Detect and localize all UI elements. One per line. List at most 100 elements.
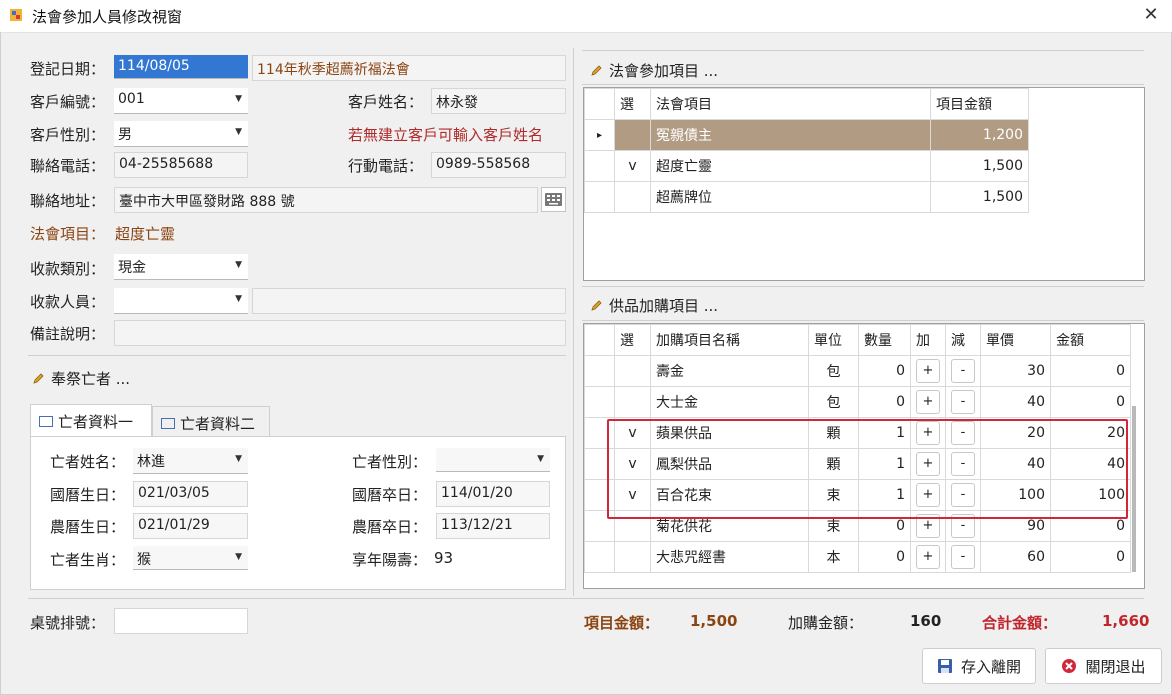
table-row[interactable]: 大士金包 0 + -40 0 [584, 386, 1131, 418]
grand-total-value: 1,660 [1102, 612, 1150, 630]
row-add-button[interactable]: + [916, 390, 940, 414]
mobile-input[interactable]: 0989-558568 [431, 152, 566, 178]
ceremony-grid: 選 法會項目 項目金額 ▸ 冤親債主 1,200 v 超度亡靈 1,500 超薦 [583, 87, 1145, 281]
item-total-label: 項目金額： [584, 614, 660, 632]
row-amount: 0 [1050, 541, 1131, 573]
col-name[interactable]: 加購項目名稱 [650, 324, 809, 356]
row-select[interactable] [614, 181, 651, 213]
age-label: 享年陽壽： [352, 551, 428, 569]
item-total-value: 1,500 [690, 612, 738, 630]
pencil-icon [591, 65, 602, 76]
row-select[interactable]: v [614, 150, 651, 182]
pencil-icon [591, 300, 602, 311]
col-select[interactable]: 選 [614, 324, 651, 356]
dropdown-arrow-icon[interactable]: ▼ [235, 454, 242, 464]
pay-type-value: 現金 [118, 260, 146, 276]
cust-no-combo[interactable]: 001 ▼ [114, 88, 248, 114]
tab-deceased-1[interactable]: 亡者資料一 [30, 404, 152, 437]
row-qty[interactable]: 0 [858, 541, 911, 573]
reg-date-input[interactable]: 114/08/05 [114, 55, 248, 79]
dropdown-arrow-icon[interactable]: ▼ [235, 294, 242, 304]
mobile-label: 行動電話： [348, 157, 424, 175]
dropdown-arrow-icon[interactable]: ▼ [235, 127, 242, 137]
lunar-birth-label: 農曆生日： [50, 518, 126, 536]
col-sub[interactable]: 減 [945, 324, 981, 356]
row-select[interactable] [614, 541, 651, 573]
gender-combo[interactable]: 男 ▼ [114, 121, 248, 147]
row-sub-button[interactable]: - [951, 359, 975, 383]
table-row[interactable]: ▸ 冤親債主 1,200 [584, 119, 1029, 151]
offerings-section-header: 供品加購項目 ... [590, 295, 718, 316]
deceased-gender-combo[interactable]: ▼ [436, 448, 550, 472]
age-value: 93 [434, 549, 454, 567]
divider [28, 355, 566, 356]
phone-input[interactable]: 04-25585688 [114, 152, 248, 178]
row-marker[interactable] [584, 181, 615, 213]
divider [582, 320, 1144, 321]
button-cell: + [910, 386, 946, 418]
col-amount[interactable]: 項目金額 [930, 88, 1029, 120]
pay-type-combo[interactable]: 現金 ▼ [114, 254, 248, 280]
close-icon[interactable]: ✕ [1136, 2, 1166, 28]
col-unit[interactable]: 單位 [808, 324, 859, 356]
table-row[interactable]: 壽金包 0 + -30 0 [584, 355, 1131, 387]
birth-input[interactable]: 021/03/05 [133, 481, 248, 507]
row-select[interactable] [614, 119, 651, 151]
row-marker[interactable] [584, 355, 615, 387]
grand-total-label: 合計金額： [982, 614, 1058, 632]
row-name: 壽金 [650, 355, 809, 387]
row-sub-button[interactable]: - [951, 390, 975, 414]
close-exit-label: 關閉退出 [1085, 657, 1146, 676]
tab-deceased-2[interactable]: 亡者資料二 [152, 406, 270, 440]
row-amount: 0 [1050, 386, 1131, 418]
keyboard-icon[interactable] [541, 187, 566, 212]
deceased-gender-label: 亡者性別： [352, 453, 428, 471]
save-exit-button[interactable]: 存入離開 [922, 648, 1036, 684]
col-add[interactable]: 加 [910, 324, 946, 356]
scrollbar[interactable] [1132, 406, 1136, 572]
row-add-button[interactable]: + [916, 545, 940, 569]
row-marker[interactable] [584, 386, 615, 418]
row-add-button[interactable]: + [916, 359, 940, 383]
address-input[interactable]: 臺中市大甲區發財路 888 號 [114, 187, 538, 213]
table-no-input[interactable] [114, 608, 248, 634]
dropdown-arrow-icon[interactable]: ▼ [235, 94, 242, 104]
death-input[interactable]: 114/01/20 [436, 481, 550, 507]
col-item[interactable]: 法會項目 [650, 88, 931, 120]
row-header-col [584, 88, 615, 120]
dropdown-arrow-icon[interactable]: ▼ [537, 454, 544, 464]
table-row[interactable]: 超薦牌位 1,500 [584, 181, 1029, 213]
row-marker[interactable] [584, 150, 615, 182]
col-select[interactable]: 選 [614, 88, 651, 120]
col-price[interactable]: 單價 [980, 324, 1051, 356]
payee-extra-field[interactable] [252, 288, 566, 314]
dropdown-arrow-icon[interactable]: ▼ [235, 260, 242, 270]
table-row[interactable]: v 超度亡靈 1,500 [584, 150, 1029, 182]
zodiac-combo[interactable]: 猴 ▼ [133, 546, 248, 570]
card-icon [39, 416, 53, 427]
deceased-name-combo[interactable]: 林進 ▼ [133, 448, 248, 474]
row-qty[interactable]: 0 [858, 355, 911, 387]
row-marker-icon[interactable]: ▸ [584, 119, 615, 151]
cust-no-value: 001 [118, 91, 145, 107]
col-qty[interactable]: 數量 [858, 324, 911, 356]
lunar-birth-input[interactable]: 021/01/29 [133, 513, 248, 539]
table-row[interactable]: 大悲咒經書本 0 + -60 0 [584, 541, 1131, 573]
row-sub-button[interactable]: - [951, 545, 975, 569]
row-amount: 1,500 [930, 181, 1029, 213]
close-exit-button[interactable]: 關閉退出 [1045, 648, 1162, 684]
row-qty[interactable]: 0 [858, 386, 911, 418]
row-select[interactable] [614, 355, 651, 387]
extra-total-value: 160 [910, 612, 942, 630]
payee-combo[interactable]: ▼ [114, 288, 248, 314]
pencil-icon [33, 373, 44, 384]
row-marker[interactable] [584, 541, 615, 573]
row-select[interactable] [614, 386, 651, 418]
birth-label: 國曆生日： [50, 486, 126, 504]
cust-name-input[interactable]: 林永發 [431, 88, 566, 114]
note-input[interactable] [114, 320, 566, 346]
lunar-death-input[interactable]: 113/12/21 [436, 513, 550, 539]
col-amount[interactable]: 金額 [1050, 324, 1131, 356]
row-name: 大士金 [650, 386, 809, 418]
dropdown-arrow-icon[interactable]: ▼ [235, 552, 242, 562]
